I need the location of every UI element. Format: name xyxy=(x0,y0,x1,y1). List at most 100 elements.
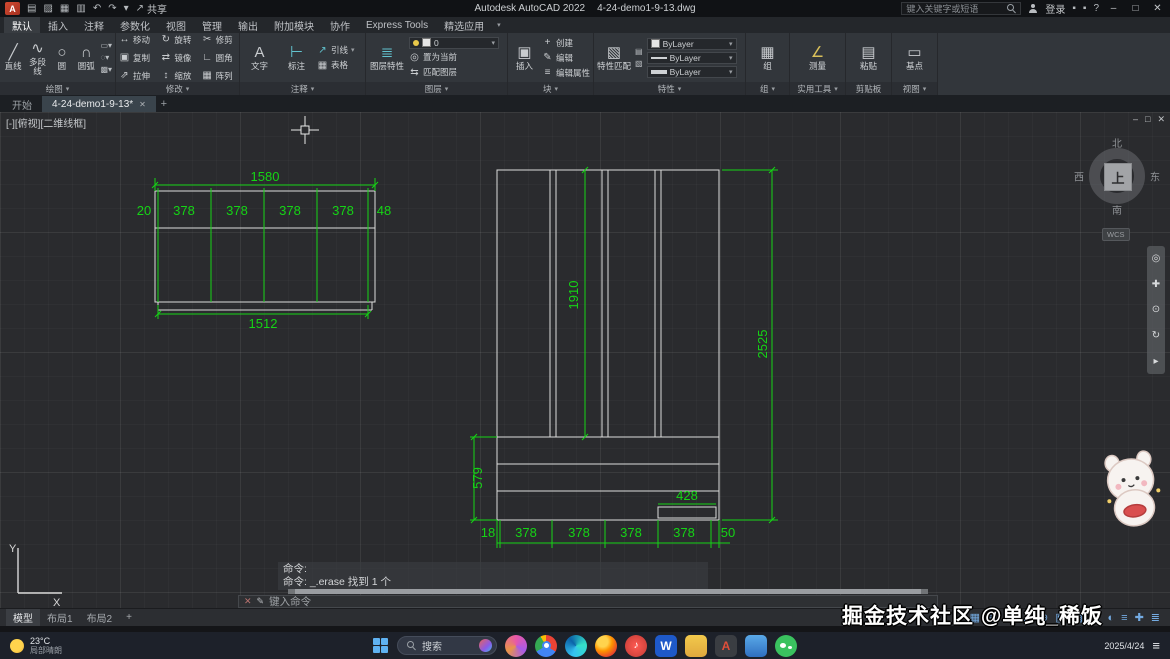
zoom-icon[interactable]: ⊙ xyxy=(1152,304,1160,315)
view-cube[interactable]: 上 北 南 西 东 xyxy=(1089,148,1145,204)
panel-label-utilities[interactable]: 实用工具▾ xyxy=(790,82,845,95)
doc-minimize-icon[interactable]: – xyxy=(1133,114,1138,125)
panel-label-groups[interactable]: 组▾ xyxy=(746,82,789,95)
close-tab-icon[interactable]: ✕ xyxy=(139,100,146,109)
taskbar-app-file-explorer[interactable] xyxy=(685,635,707,657)
navigation-bar[interactable]: ◎ ✚ ⊙ ↻ ▸ xyxy=(1147,246,1165,374)
tool-layer-properties[interactable]: ≣ 图层特性 xyxy=(369,44,405,71)
taskbar-menu-icon[interactable]: ≡ xyxy=(1152,638,1160,653)
file-tab-current[interactable]: 4-24-demo1-9-13* ✕ xyxy=(42,96,156,112)
start-button[interactable] xyxy=(373,638,389,654)
tool-text[interactable]: A 文字 xyxy=(243,44,276,71)
lineweight-select[interactable]: ByLayer ▾ xyxy=(647,66,737,78)
layer-select[interactable]: 0 ▾ xyxy=(409,37,499,49)
tool-scale[interactable]: ↕缩放 xyxy=(160,69,194,82)
tool-rotate[interactable]: ↻旋转 xyxy=(160,33,194,46)
taskbar-app-word[interactable]: W xyxy=(655,635,677,657)
taskbar-app-photos[interactable] xyxy=(505,635,527,657)
panel-label-layers[interactable]: 图层▾ xyxy=(366,82,507,95)
taskbar-app-chrome[interactable] xyxy=(535,635,557,657)
panel-label-annotate[interactable]: 注释▾ xyxy=(240,82,365,95)
dim-text-18[interactable]: 18 xyxy=(481,525,495,540)
login-button[interactable]: 登录 xyxy=(1045,1,1065,16)
new-file-icon[interactable]: ▤ xyxy=(27,2,36,15)
viewport-label[interactable]: [-][俯视][二维线框] xyxy=(6,115,86,130)
tab-annotate[interactable]: 注释 xyxy=(76,17,112,33)
tool-match-layer[interactable]: ⇆匹配图层 xyxy=(409,66,499,79)
properties-paint-icon[interactable]: ▧ xyxy=(635,59,643,68)
dim-text-20[interactable]: 20 xyxy=(137,203,151,218)
tool-create-block[interactable]: +创建 xyxy=(542,36,590,49)
dim-text-579[interactable]: 579 xyxy=(470,467,485,489)
dim-text-1580[interactable]: 1580 xyxy=(251,169,280,184)
undo-icon[interactable]: ↶ xyxy=(93,2,101,15)
share-button[interactable]: ↗ 共享 xyxy=(136,1,167,16)
rectangle-icon[interactable]: ▭▾ xyxy=(100,41,112,50)
tab-addins[interactable]: 附加模块 xyxy=(266,17,322,33)
object-color-select[interactable]: ByLayer ▾ xyxy=(647,38,737,50)
taskbar-weather[interactable]: 23°C 局部晴朗 xyxy=(10,636,62,656)
tab-output[interactable]: 输出 xyxy=(230,17,266,33)
draw-more-tools[interactable]: ▭▾ ◌▾ ▩▾ xyxy=(100,41,112,74)
tab-collaborate[interactable]: 协作 xyxy=(322,17,358,33)
tool-match-properties[interactable]: ▧ 特性匹配 xyxy=(597,44,631,71)
customize-menu-icon[interactable]: ≣ xyxy=(1151,611,1160,624)
tool-copy[interactable]: ▣复制 xyxy=(119,51,153,64)
dim-text-378[interactable]: 378 xyxy=(515,525,537,540)
tab-parametric[interactable]: 参数化 xyxy=(112,17,158,33)
clock-date[interactable]: 2025/4/24 xyxy=(1104,641,1144,651)
compass-west-label[interactable]: 西 xyxy=(1074,169,1084,184)
tool-mirror[interactable]: ⇄镜像 xyxy=(160,51,194,64)
tool-circle[interactable]: ○ 圆 xyxy=(52,44,72,71)
tool-insert-block[interactable]: ▣ 插入 xyxy=(511,44,538,71)
tool-stretch[interactable]: ⇗拉伸 xyxy=(119,69,153,82)
panel-label-clipboard[interactable]: 剪贴板 xyxy=(846,82,891,95)
cad-geometry[interactable]: 1580 20 378 378 378 378 48 1512 1910 252… xyxy=(0,112,1170,608)
tool-group[interactable]: ▦ 组 xyxy=(751,44,784,71)
a360-icon[interactable]: ▪ xyxy=(1072,2,1076,15)
drawing-canvas[interactable]: 1580 20 378 378 378 378 48 1512 1910 252… xyxy=(0,112,1170,608)
tool-edit-attributes[interactable]: ≡编辑属性 xyxy=(542,66,590,79)
taskbar-app-autocad[interactable]: A xyxy=(715,635,737,657)
workspace-icon[interactable]: ✚ xyxy=(1135,611,1144,624)
panel-label-view[interactable]: 视图▾ xyxy=(892,82,937,95)
tool-make-current[interactable]: ◎置为当前 xyxy=(409,51,499,64)
help-icon[interactable]: ? xyxy=(1093,2,1099,15)
search-highlight-image[interactable] xyxy=(479,639,492,652)
panel-label-properties[interactable]: 特性▾ xyxy=(594,82,745,95)
close-icon[interactable]: ✕ xyxy=(244,596,252,607)
transparency-toggle-icon[interactable]: ◐ xyxy=(1107,612,1114,624)
taskbar-search[interactable]: 搜索 xyxy=(397,636,497,655)
taskbar-app-wechat[interactable] xyxy=(775,635,797,657)
plot-icon[interactable]: ▥ xyxy=(76,2,85,15)
open-file-icon[interactable]: ▨ xyxy=(43,2,52,15)
layout1-tab[interactable]: 布局1 xyxy=(40,609,80,626)
search-icon[interactable] xyxy=(1007,4,1016,13)
panel-label-modify[interactable]: 修改▾ xyxy=(116,82,239,95)
notification-icon[interactable]: ▪ xyxy=(1083,2,1087,15)
doc-restore-icon[interactable]: □ xyxy=(1145,114,1150,125)
dim-text-378[interactable]: 378 xyxy=(226,203,248,218)
showmotion-icon[interactable]: ▸ xyxy=(1153,356,1158,367)
dimension-texts[interactable]: 1580 20 378 378 378 378 48 1512 1910 252… xyxy=(137,169,770,540)
view-cube-top-face[interactable]: 上 xyxy=(1104,163,1132,191)
add-layout-button[interactable]: + xyxy=(119,609,139,626)
tool-trim[interactable]: ✂修剪 xyxy=(202,33,236,46)
properties-mini-tools[interactable]: ▤ ▧ xyxy=(635,47,643,68)
minimize-button[interactable]: – xyxy=(1106,3,1121,14)
command-scrollbar[interactable] xyxy=(288,589,928,594)
cabinet-elevation[interactable] xyxy=(497,170,719,520)
taskbar-app-edge[interactable] xyxy=(565,635,587,657)
wcs-selector[interactable]: WCS xyxy=(1102,228,1130,241)
tool-edit-block[interactable]: ✎编辑 xyxy=(542,51,590,64)
ellipse-icon[interactable]: ◌▾ xyxy=(100,53,112,62)
tool-table[interactable]: ▦表格 xyxy=(317,59,355,72)
tool-arc[interactable]: ∩ 圆弧 xyxy=(76,44,96,71)
doc-close-icon[interactable]: ✕ xyxy=(1157,114,1165,125)
tool-dimension[interactable]: ⊢ 标注 xyxy=(280,44,313,71)
dim-text-1910[interactable]: 1910 xyxy=(566,281,581,310)
help-search-input[interactable]: 键入关键字或短语 xyxy=(901,2,1021,15)
pan-icon[interactable]: ✚ xyxy=(1152,279,1160,290)
dim-text-50[interactable]: 50 xyxy=(721,525,735,540)
dim-text-428[interactable]: 428 xyxy=(676,488,698,503)
